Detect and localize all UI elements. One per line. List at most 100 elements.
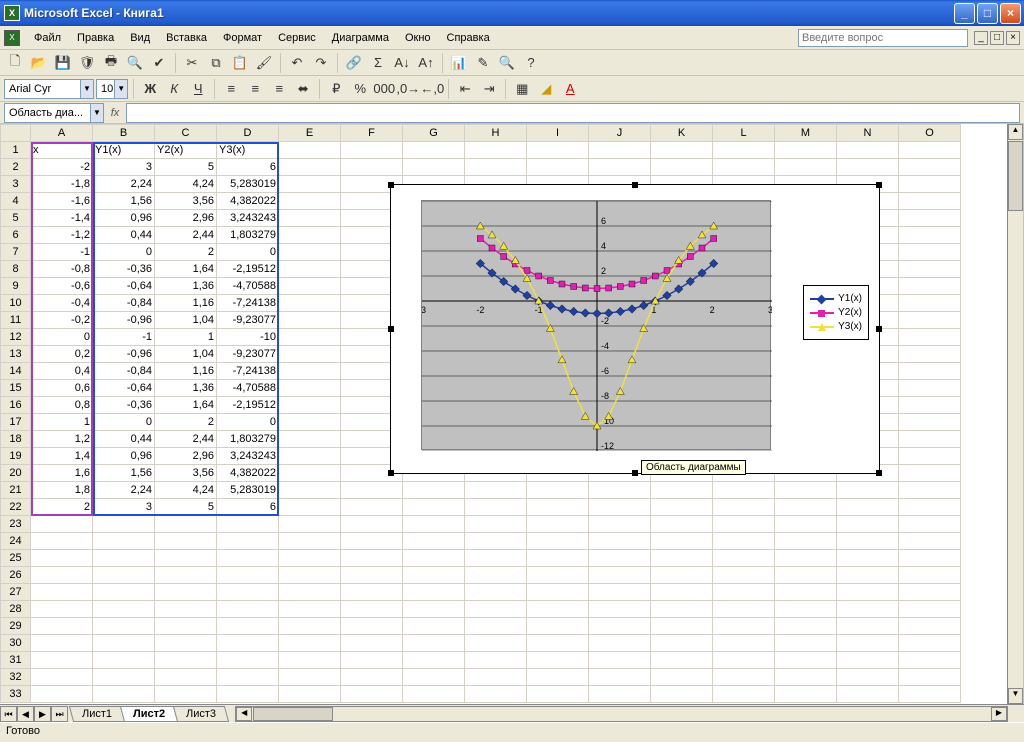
cell[interactable] — [465, 516, 527, 533]
col-header[interactable]: O — [899, 125, 961, 142]
cell[interactable]: 2 — [155, 244, 217, 261]
cell[interactable] — [899, 193, 961, 210]
cell[interactable]: -0,64 — [93, 380, 155, 397]
cell[interactable] — [837, 584, 899, 601]
cell[interactable]: 0,44 — [93, 431, 155, 448]
row-header[interactable]: 11 — [1, 312, 31, 329]
cell[interactable] — [279, 142, 341, 159]
cell[interactable] — [31, 516, 93, 533]
cell[interactable]: 0 — [31, 329, 93, 346]
align-right-icon[interactable]: ≡ — [268, 78, 290, 100]
cell[interactable]: -2 — [31, 159, 93, 176]
cell[interactable] — [341, 618, 403, 635]
row-header[interactable]: 3 — [1, 176, 31, 193]
col-header[interactable]: A — [31, 125, 93, 142]
cell[interactable]: 4,24 — [155, 482, 217, 499]
open-icon[interactable]: 📂 — [28, 52, 50, 74]
fx-icon[interactable]: fx — [104, 107, 126, 119]
row-header[interactable]: 1 — [1, 142, 31, 159]
cell[interactable]: 1,36 — [155, 278, 217, 295]
cell[interactable] — [527, 669, 589, 686]
cell[interactable]: 0,2 — [31, 346, 93, 363]
permission-icon[interactable]: 🛡 — [76, 52, 98, 74]
scroll-left-button[interactable]: ◀ — [236, 707, 252, 721]
sort-desc-icon[interactable]: A↑ — [415, 52, 437, 74]
cell[interactable] — [465, 159, 527, 176]
preview-icon[interactable]: 🔍 — [124, 52, 146, 74]
cell[interactable]: -0,96 — [93, 346, 155, 363]
cell[interactable]: Y2(x) — [155, 142, 217, 159]
cell[interactable]: -2,19512 — [217, 397, 279, 414]
cell[interactable] — [403, 618, 465, 635]
chart-handle[interactable] — [388, 326, 394, 332]
cell[interactable] — [775, 499, 837, 516]
help-icon[interactable]: ? — [520, 52, 542, 74]
close-button[interactable]: × — [1000, 3, 1021, 24]
cell[interactable] — [93, 635, 155, 652]
cell[interactable] — [589, 550, 651, 567]
cell[interactable]: 2,44 — [155, 431, 217, 448]
cell[interactable] — [837, 686, 899, 703]
cell[interactable] — [589, 499, 651, 516]
cell[interactable] — [403, 499, 465, 516]
cell[interactable] — [837, 159, 899, 176]
col-header[interactable]: C — [155, 125, 217, 142]
cell[interactable]: 1,56 — [93, 465, 155, 482]
row-header[interactable]: 32 — [1, 669, 31, 686]
row-header[interactable]: 23 — [1, 516, 31, 533]
tab-last-icon[interactable]: ⏭ — [51, 706, 68, 722]
cell[interactable] — [899, 686, 961, 703]
cell[interactable] — [899, 159, 961, 176]
cell[interactable]: -0,2 — [31, 312, 93, 329]
cell[interactable] — [31, 686, 93, 703]
cell[interactable]: 1,8 — [31, 482, 93, 499]
cell[interactable]: 5,283019 — [217, 482, 279, 499]
tab-first-icon[interactable]: ⏮ — [0, 706, 17, 722]
inc-decimal-icon[interactable]: ,0→ — [397, 78, 419, 100]
paste-icon[interactable]: 📋 — [229, 52, 251, 74]
menu-edit[interactable]: Правка — [69, 30, 122, 46]
hscroll-thumb[interactable] — [253, 707, 333, 721]
cell[interactable] — [713, 142, 775, 159]
cell[interactable] — [403, 550, 465, 567]
maximize-button[interactable]: □ — [977, 3, 998, 24]
cell[interactable] — [837, 142, 899, 159]
cell[interactable] — [341, 550, 403, 567]
cell[interactable] — [775, 482, 837, 499]
dec-decimal-icon[interactable]: ←,0 — [421, 78, 443, 100]
cell[interactable] — [651, 482, 713, 499]
cell[interactable] — [403, 601, 465, 618]
cell[interactable] — [217, 533, 279, 550]
cell[interactable] — [775, 159, 837, 176]
cell[interactable] — [279, 652, 341, 669]
cell[interactable] — [155, 618, 217, 635]
row-header[interactable]: 14 — [1, 363, 31, 380]
cell[interactable] — [403, 482, 465, 499]
cell[interactable] — [899, 363, 961, 380]
cell[interactable] — [775, 652, 837, 669]
cell[interactable] — [465, 142, 527, 159]
cell[interactable]: -0,84 — [93, 363, 155, 380]
row-header[interactable]: 18 — [1, 431, 31, 448]
cell[interactable]: 1 — [155, 329, 217, 346]
mdi-minimize[interactable]: _ — [974, 31, 988, 45]
row-header[interactable]: 19 — [1, 448, 31, 465]
menu-view[interactable]: Вид — [122, 30, 158, 46]
menu-chart[interactable]: Диаграмма — [324, 30, 397, 46]
cell[interactable] — [279, 584, 341, 601]
name-box[interactable]: Область диа...▼ — [4, 103, 104, 123]
undo-icon[interactable]: ↶ — [286, 52, 308, 74]
cell[interactable] — [403, 567, 465, 584]
chart-handle[interactable] — [876, 326, 882, 332]
cell[interactable]: -0,8 — [31, 261, 93, 278]
cell[interactable] — [527, 550, 589, 567]
cell[interactable] — [651, 142, 713, 159]
cell[interactable] — [279, 227, 341, 244]
cell[interactable] — [279, 618, 341, 635]
cell[interactable] — [403, 686, 465, 703]
cell[interactable]: 0,4 — [31, 363, 93, 380]
cell[interactable] — [279, 312, 341, 329]
cell[interactable] — [651, 584, 713, 601]
col-header[interactable]: L — [713, 125, 775, 142]
cell[interactable] — [465, 601, 527, 618]
